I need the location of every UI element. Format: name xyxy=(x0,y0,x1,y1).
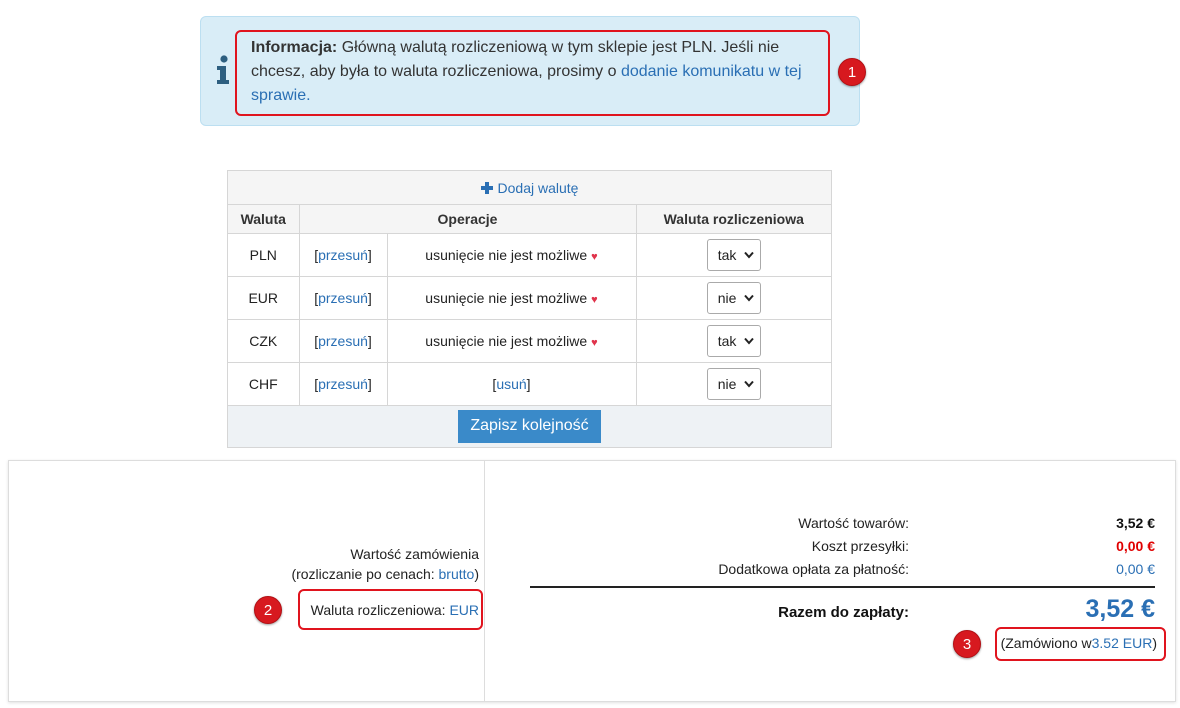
settlement-select[interactable]: tak xyxy=(706,324,761,357)
settlement-select[interactable]: nie xyxy=(706,367,761,400)
pricing-prefix: (rozliczanie po cenach: xyxy=(291,566,439,582)
payment-fee-label: Dodatkowa opłata za płatność: xyxy=(718,561,909,577)
heart-icon: ♥ xyxy=(591,336,598,349)
shipping-cost-row: Koszt przesyłki: 0,00 € xyxy=(515,538,1155,556)
pricing-mode: (rozliczanie po cenach: brutto) xyxy=(291,566,479,582)
currency-code: PLN xyxy=(228,233,300,277)
settlement-cell: tak xyxy=(636,233,831,277)
payment-fee-value: 0,00 € xyxy=(1116,561,1155,577)
shipping-cost-value: 0,00 € xyxy=(1116,538,1155,554)
order-summary-left: Wartość zamówienia (rozliczanie po cenac… xyxy=(9,461,485,701)
currency-code: CZK xyxy=(228,319,300,363)
info-icon xyxy=(217,55,229,84)
table-row: PLN [przesuń] usunięcie nie jest możliwe… xyxy=(228,233,831,277)
chevron-down-icon xyxy=(744,380,754,388)
goods-value: 3,52 € xyxy=(1116,515,1155,531)
order-summary: Wartość zamówienia (rozliczanie po cenac… xyxy=(8,460,1176,702)
move-link[interactable]: przesuń xyxy=(318,247,368,263)
order-value-title: Wartość zamówienia xyxy=(350,546,479,562)
move-link[interactable]: przesuń xyxy=(318,376,368,392)
save-order-button[interactable]: Zapisz kolejność xyxy=(458,409,601,443)
chevron-down-icon xyxy=(744,294,754,302)
table-row: CHF [przesuń] [usuń] nie xyxy=(228,362,831,406)
operation-cell: usunięcie nie jest możliwe ♥ xyxy=(387,276,637,320)
highlight-box-3 xyxy=(995,627,1166,661)
pricing-suffix: ) xyxy=(474,566,479,582)
settlement-cell: nie xyxy=(636,362,831,406)
header-operations: Operacje xyxy=(299,205,637,234)
delete-not-possible-text: usunięcie nie jest możliwe xyxy=(425,332,588,349)
settlement-select[interactable]: tak xyxy=(706,238,761,271)
callout-badge-1: 1 xyxy=(838,58,866,86)
currency-table: Waluta Operacje Waluta rozliczeniowa PLN… xyxy=(228,205,831,406)
settlement-select-value: nie xyxy=(717,289,737,306)
operation-cell: usunięcie nie jest możliwe ♥ xyxy=(387,319,637,363)
move-cell: [przesuń] xyxy=(299,233,388,277)
delete-not-possible-text: usunięcie nie jest możliwe xyxy=(425,246,588,263)
currency-code: CHF xyxy=(228,362,300,406)
settlement-select[interactable]: nie xyxy=(706,281,761,314)
add-currency-link[interactable]: Dodaj walutę xyxy=(480,179,579,196)
save-row: Zapisz kolejność xyxy=(228,405,831,447)
heart-icon: ♥ xyxy=(591,293,598,306)
delete-link[interactable]: usuń xyxy=(496,376,526,392)
heart-icon: ♥ xyxy=(591,250,598,263)
settlement-cell: nie xyxy=(636,276,831,320)
plus-icon xyxy=(480,181,493,194)
settlement-cell: tak xyxy=(636,319,831,363)
currency-table-panel: Dodaj walutę Waluta Operacje Waluta rozl… xyxy=(227,170,832,448)
chevron-down-icon xyxy=(744,251,754,259)
payment-fee-row: Dodatkowa opłata za płatność: 0,00 € xyxy=(515,561,1155,579)
table-row: CZK [przesuń] usunięcie nie jest możliwe… xyxy=(228,319,831,363)
move-link[interactable]: przesuń xyxy=(318,333,368,349)
header-settlement: Waluta rozliczeniowa xyxy=(636,205,831,234)
callout-badge-2: 2 xyxy=(254,596,282,624)
goods-value-label: Wartość towarów: xyxy=(798,515,909,531)
delete-not-possible-text: usunięcie nie jest możliwe xyxy=(425,289,588,306)
callout-badge-3: 3 xyxy=(953,630,981,658)
operation-cell: [usuń] xyxy=(387,362,637,406)
highlight-box-2 xyxy=(298,589,483,630)
settlement-select-value: tak xyxy=(717,332,737,349)
settlement-select-value: tak xyxy=(717,246,737,263)
operation-cell: usunięcie nie jest możliwe ♥ xyxy=(387,233,637,277)
settlement-select-value: nie xyxy=(717,375,737,392)
currency-code: EUR xyxy=(228,276,300,320)
order-totals: Wartość towarów: 3,52 € Koszt przesyłki:… xyxy=(515,515,1155,577)
total-divider xyxy=(530,586,1155,588)
shipping-cost-label: Koszt przesyłki: xyxy=(811,538,909,554)
total-label: Razem do zapłaty: xyxy=(778,604,909,621)
currency-table-header: Waluta Operacje Waluta rozliczeniowa xyxy=(228,205,831,234)
table-row: EUR [przesuń] usunięcie nie jest możliwe… xyxy=(228,276,831,320)
add-currency-row: Dodaj walutę xyxy=(228,171,831,205)
chevron-down-icon xyxy=(744,337,754,345)
move-cell: [przesuń] xyxy=(299,319,388,363)
total-value: 3,52 € xyxy=(1085,595,1155,623)
move-cell: [przesuń] xyxy=(299,276,388,320)
goods-value-row: Wartość towarów: 3,52 € xyxy=(515,515,1155,533)
header-currency: Waluta xyxy=(228,205,300,234)
pricing-brutto-link[interactable]: brutto xyxy=(439,566,475,582)
highlight-box-1 xyxy=(235,30,830,116)
move-cell: [przesuń] xyxy=(299,362,388,406)
add-currency-label: Dodaj walutę xyxy=(497,179,579,196)
move-link[interactable]: przesuń xyxy=(318,290,368,306)
